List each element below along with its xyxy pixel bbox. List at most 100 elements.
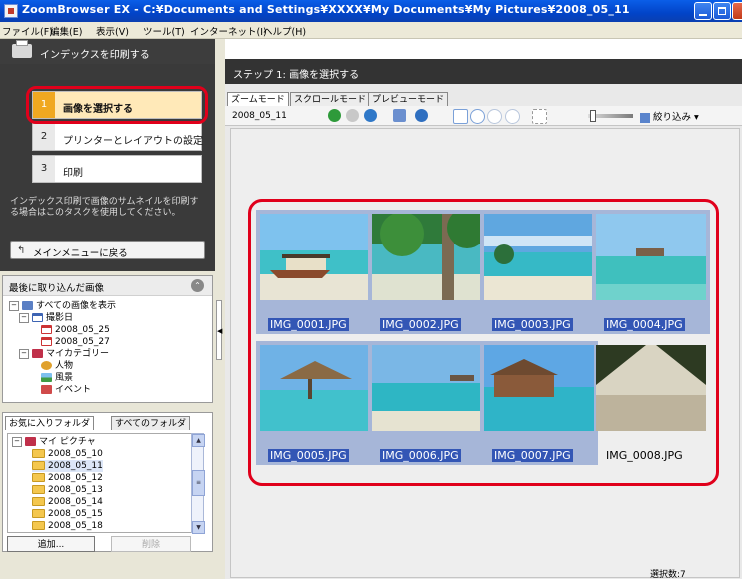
task-header: インデックスを印刷する [0, 39, 215, 64]
folder-icon [32, 449, 45, 458]
back-to-main-menu-button[interactable]: ↰ メインメニューに戻る [10, 241, 205, 259]
folder-item[interactable]: 2008_05_13 [32, 484, 103, 496]
tab-preview-mode[interactable]: プレビューモード [368, 92, 449, 106]
recent-images-panel: 最後に取り込んだ画像 ⌃ − すべての画像を表示 − 撮影日 2008_05_25 … [2, 275, 213, 403]
folder-label: 2008_05_18 [48, 521, 103, 531]
tab-all-folders[interactable]: すべてのフォルダ [111, 416, 191, 430]
folder-label: 2008_05_13 [48, 485, 103, 495]
folder-icon [32, 473, 45, 482]
thumbnail-size-slider[interactable] [588, 110, 633, 122]
folder-scrollbar[interactable]: ▲ ≡ ▼ [191, 433, 205, 534]
up-nav-icon[interactable] [364, 109, 377, 122]
display-options-icon[interactable] [393, 109, 406, 122]
folder-panel: お気に入りフォルダ すべてのフォルダ − マイ ピクチャ 2008_05_10 2… [2, 412, 213, 552]
menu-bar: ファイル(F) 編集(E) 表示(V) ツール(T) インターネット(I) ヘル… [0, 22, 742, 39]
task-header-label: インデックスを印刷する [40, 50, 150, 61]
back-arrow-icon: ↰ [17, 245, 26, 256]
landscape-icon [41, 373, 52, 382]
title-bar: ZoomBrowser EX - C:¥Documents and Settin… [0, 0, 742, 22]
calendar-icon [32, 313, 43, 322]
folder-label: 2008_05_15 [48, 509, 103, 519]
printer-icon [12, 40, 32, 58]
tree-item-event[interactable]: イベント [41, 384, 91, 396]
step-print[interactable]: 3 印刷 [32, 155, 202, 183]
tree-label: マイカテゴリー [46, 349, 110, 359]
tree-label: 2008_05_25 [55, 325, 110, 335]
menu-edit[interactable]: 編集(E) [50, 24, 82, 38]
zoom-in-icon[interactable] [470, 109, 485, 124]
my-pictures-icon [25, 437, 36, 446]
tree-item-my-category[interactable]: − マイカテゴリー [19, 348, 109, 360]
tree-label: 人物 [55, 361, 74, 371]
folder-item[interactable]: 2008_05_18 [32, 520, 103, 532]
step-title: ステップ 1: 画像を選択する [233, 70, 360, 81]
add-folder-button[interactable]: 追加... [7, 536, 95, 552]
menu-view[interactable]: 表示(V) [96, 24, 129, 38]
info-icon[interactable] [415, 109, 428, 122]
close-button[interactable] [732, 2, 742, 20]
tree-label: 撮影日 [46, 313, 74, 323]
folder-icon [32, 521, 45, 530]
expander-icon[interactable]: − [12, 436, 22, 447]
expander-icon[interactable]: − [19, 312, 29, 323]
status-selection-count: 選択数:7 [650, 570, 686, 580]
collapse-icon[interactable]: ⌃ [191, 279, 204, 292]
window-title: ZoomBrowser EX - C:¥Documents and Settin… [22, 3, 630, 16]
folder-label: 2008_05_14 [48, 497, 103, 507]
rotate-icon[interactable] [505, 109, 520, 124]
folder-root[interactable]: − マイ ピクチャ [12, 436, 96, 448]
folder-label: 2008_05_11 [48, 461, 103, 471]
tab-zoom-mode[interactable]: ズームモード [227, 92, 289, 107]
view-toolbar: 2008_05_11 絞り込み ▾ [225, 106, 742, 126]
folder-icon [32, 509, 45, 518]
recent-panel-header: 最後に取り込んだ画像 ⌃ [3, 276, 212, 296]
scroll-thumb[interactable]: ≡ [192, 470, 205, 496]
zoom-out-icon[interactable] [487, 109, 502, 124]
folder-item[interactable]: 2008_05_15 [32, 508, 103, 520]
tab-favorite-folders[interactable]: お気に入りフォルダ [5, 416, 95, 430]
folder-item-selected[interactable]: 2008_05_11 [32, 460, 103, 472]
slider-thumb[interactable] [590, 110, 596, 122]
menu-file[interactable]: ファイル(F) [2, 24, 53, 38]
filter-button[interactable]: 絞り込み ▾ [640, 109, 699, 123]
tree-item-shooting-date[interactable]: − 撮影日 [19, 312, 73, 324]
select-pointer-icon[interactable] [453, 109, 468, 124]
folder-item[interactable]: 2008_05_10 [32, 448, 103, 460]
recent-panel-title: 最後に取り込んだ画像 [9, 283, 105, 294]
step-number: 2 [33, 124, 55, 150]
fit-view-icon[interactable] [532, 109, 547, 124]
event-icon [41, 385, 52, 394]
tree-item-landscape[interactable]: 風景 [41, 372, 73, 384]
maximize-button[interactable] [713, 2, 731, 20]
back-button-label: メインメニューに戻る [33, 248, 128, 259]
filter-icon [640, 112, 650, 123]
tree-label: マイ ピクチャ [39, 437, 96, 447]
date-icon [41, 325, 52, 334]
menu-tools[interactable]: ツール(T) [143, 24, 185, 38]
step-printer-layout[interactable]: 2 プリンターとレイアウトの設定 [32, 123, 203, 151]
expander-icon[interactable]: − [9, 300, 19, 311]
task-description: インデックス印刷で画像のサムネイルを印刷する場合はこのタスクを使用してください。 [10, 197, 199, 218]
back-nav-icon[interactable] [328, 109, 341, 122]
folder-item[interactable]: 2008_05_12 [32, 472, 103, 484]
forward-nav-icon[interactable] [346, 109, 359, 122]
tab-scroll-mode[interactable]: スクロールモード [290, 92, 371, 106]
person-icon [41, 361, 52, 370]
task-panel: インデックスを印刷する 1 画像を選択する 2 プリンターとレイアウトの設定 3… [0, 39, 215, 271]
tree-item-person[interactable]: 人物 [41, 360, 73, 372]
splitter-collapse-icon[interactable]: ◀ [216, 300, 222, 360]
minimize-button[interactable] [694, 2, 712, 20]
scroll-down-icon[interactable]: ▼ [192, 521, 205, 534]
folder-tree: − マイ ピクチャ 2008_05_10 2008_05_11 2008_05_1… [7, 433, 193, 533]
tree-item-all-images[interactable]: − すべての画像を表示 [9, 300, 116, 312]
expander-icon[interactable]: − [19, 348, 29, 359]
tree-item-date[interactable]: 2008_05_25 [41, 324, 110, 336]
tree-item-date[interactable]: 2008_05_27 [41, 336, 110, 348]
folder-label: 2008_05_10 [48, 449, 103, 459]
folder-item[interactable]: 2008_05_14 [32, 496, 103, 508]
menu-help[interactable]: ヘルプ(H) [263, 24, 306, 38]
current-folder-label: 2008_05_11 [232, 111, 287, 121]
scroll-up-icon[interactable]: ▲ [192, 434, 205, 447]
delete-folder-button[interactable]: 削除 [111, 536, 191, 552]
menu-internet[interactable]: インターネット(I) [190, 24, 267, 38]
